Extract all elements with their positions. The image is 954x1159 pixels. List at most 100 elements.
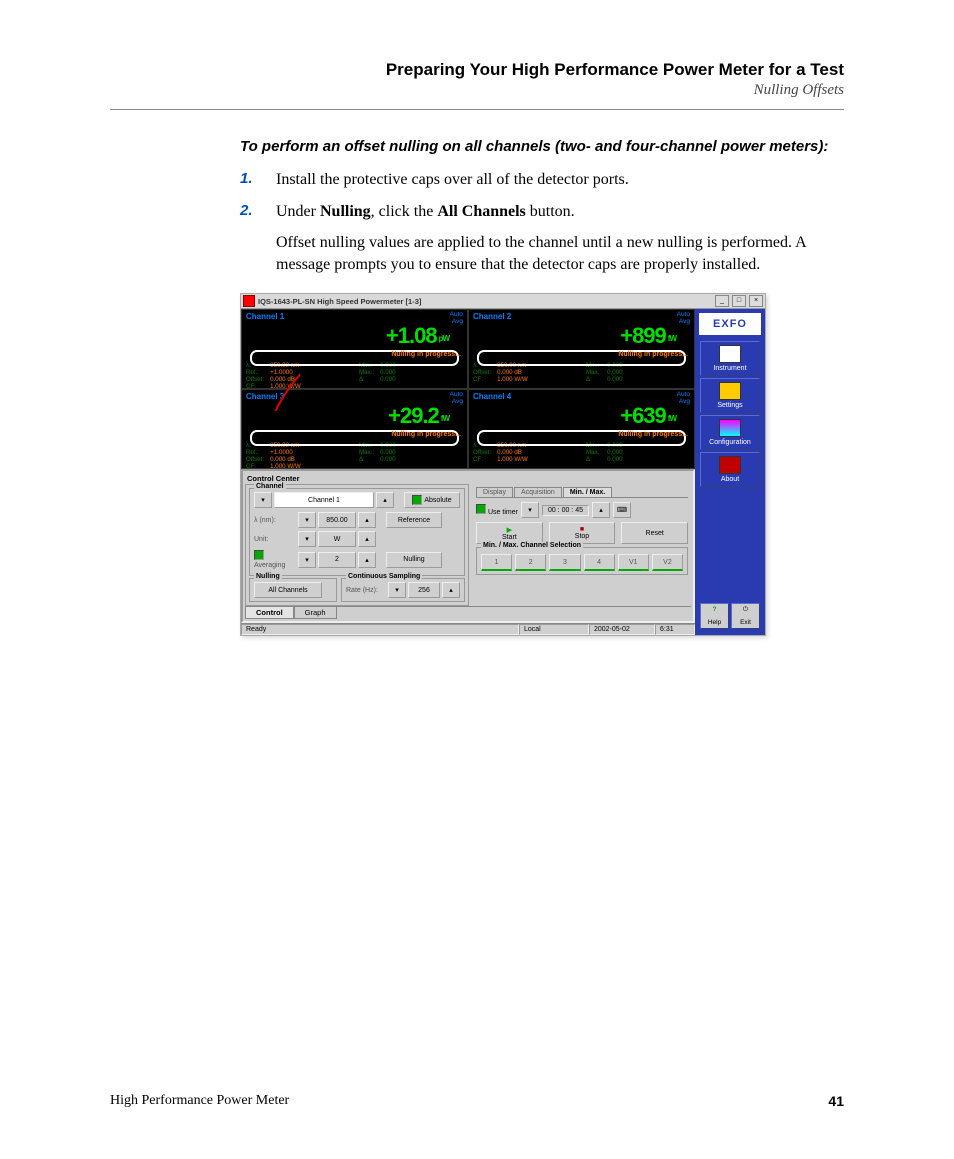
stop-icon: ■ [580, 526, 584, 533]
channel-selection-label: Min. / Max. Channel Selection [481, 542, 583, 549]
timer-up-button[interactable]: ▴ [592, 502, 610, 518]
stop-button[interactable]: ■Stop [549, 522, 616, 544]
sidebar-instrument[interactable]: Instrument [700, 341, 760, 376]
help-icon: ? [708, 606, 722, 618]
channel-reading: +899fW [469, 323, 694, 349]
unit-value[interactable]: W [318, 531, 356, 547]
step-1-text: Install the protective caps over all of … [276, 171, 629, 188]
sidebar-settings[interactable]: Settings [700, 378, 760, 413]
unit-down-button[interactable]: ▾ [298, 531, 316, 547]
rate-value[interactable]: 256 [408, 582, 440, 598]
sidebar-about[interactable]: About [700, 452, 760, 487]
channel-2-panel: Channel 2AutoAvg +899fW Nulling in progr… [468, 309, 695, 389]
unit-up-button[interactable]: ▴ [358, 531, 376, 547]
footer-page-number: 41 [828, 1093, 844, 1109]
timer-value[interactable]: 00 : 00 : 45 [542, 505, 589, 516]
continuous-sampling-group-label: Continuous Sampling [346, 573, 422, 580]
sel-ch-4[interactable]: 4 [584, 554, 615, 571]
reset-button[interactable]: Reset [621, 522, 688, 544]
averaging-label: Averaging [254, 550, 296, 569]
nulling-button[interactable]: Nulling [386, 552, 442, 568]
channel-params: λ:850.00 nmMin.:0.000 Offset:0.000 dBMax… [469, 363, 694, 383]
channel-next-button[interactable]: ▴ [376, 492, 394, 508]
about-icon [719, 456, 741, 474]
window-titlebar[interactable]: IQS-1643-PL-SN High Speed Powermeter [1-… [241, 294, 765, 309]
power-icon: ⏻ [739, 606, 753, 618]
window-title: IQS-1643-PL-SN High Speed Powermeter [1-… [258, 297, 714, 306]
settings-icon [719, 382, 741, 400]
sidebar-exit[interactable]: ⏻Exit [731, 603, 760, 629]
reference-button[interactable]: Reference [386, 512, 442, 528]
control-center-title: Control Center [245, 473, 691, 484]
minimize-button[interactable]: _ [715, 295, 729, 307]
timer-down-button[interactable]: ▾ [521, 502, 539, 518]
right-tabs: Display Acquisition Min. / Max. [476, 487, 688, 498]
unit-label: Unit: [254, 536, 296, 543]
page-header-title: Preparing Your High Performance Power Me… [110, 60, 844, 80]
play-icon: ▶ [507, 526, 512, 534]
step-1: 1. Install the protective caps over all … [240, 169, 844, 191]
sidebar: EXFO Instrument Settings Configuration A… [695, 309, 765, 635]
footer-book-title: High Performance Power Meter [110, 1093, 289, 1109]
use-timer-toggle[interactable]: Use timer [476, 504, 518, 516]
absolute-indicator-icon [412, 495, 422, 505]
nulling-progress-label: Nulling in progress... [391, 351, 461, 358]
channel-reading: +1.08pW [242, 323, 467, 349]
step-2-text: Under Nulling, click the All Channels bu… [276, 203, 575, 220]
lambda-label: λ (nm): [254, 517, 296, 524]
rate-up-button[interactable]: ▴ [442, 582, 460, 598]
sidebar-configuration[interactable]: Configuration [700, 415, 760, 450]
timer-keypad-button[interactable]: ⌨ [613, 502, 631, 518]
step-2: 2. Under Nulling, click the All Channels… [240, 201, 844, 223]
channel-select[interactable]: Channel 1 [274, 492, 374, 508]
tab-display[interactable]: Display [476, 487, 513, 497]
nulling-progress-label: Nulling in progress... [618, 351, 688, 358]
nulling-group-label: Nulling [254, 573, 282, 580]
avg-up-button[interactable]: ▴ [358, 552, 376, 568]
channel-reading: +639fW [469, 403, 694, 429]
configuration-icon [719, 419, 741, 437]
sel-ch-1[interactable]: 1 [481, 554, 512, 571]
status-date: 2002-05-02 [589, 624, 655, 635]
channel-prev-button[interactable]: ▾ [254, 492, 272, 508]
sel-ch-2[interactable]: 2 [515, 554, 546, 571]
step-number: 1. [240, 169, 253, 189]
channel-4-panel: Channel 4AutoAvg +639fW Nulling in progr… [468, 389, 695, 469]
channel-reading: +29.2fW [242, 403, 467, 429]
lambda-up-button[interactable]: ▴ [358, 512, 376, 528]
channel-3-panel: Channel 3AutoAvg +29.2fW Nulling in prog… [241, 389, 468, 469]
status-time: 6:31 [655, 624, 695, 635]
averaging-indicator-icon [254, 550, 264, 560]
avg-down-button[interactable]: ▾ [298, 552, 316, 568]
start-button[interactable]: ▶Start [476, 522, 543, 544]
channel-grid: Channel 1AutoAvg +1.08pW Nulling in prog… [241, 309, 695, 469]
maximize-button[interactable]: □ [732, 295, 746, 307]
tab-control[interactable]: Control [245, 607, 294, 619]
sel-ch-3[interactable]: 3 [549, 554, 580, 571]
status-bar: Ready Local 2002-05-02 6:31 [241, 623, 695, 635]
timer-indicator-icon [476, 504, 486, 514]
channel-1-panel: Channel 1AutoAvg +1.08pW Nulling in prog… [241, 309, 468, 389]
sel-ch-v1[interactable]: V1 [618, 554, 649, 571]
channel-params: λ:850.00 nmMin.:0.000 Offset:0.000 dBMax… [469, 443, 694, 463]
close-button[interactable]: × [749, 295, 763, 307]
lambda-value[interactable]: 850.00 [318, 512, 356, 528]
all-channels-button[interactable]: All Channels [254, 582, 322, 598]
channel-params: λ:850.00 nmMin.:0.000 Ref.:+1.0000Max.:0… [242, 443, 467, 470]
sel-ch-v2[interactable]: V2 [652, 554, 683, 571]
tab-min-max[interactable]: Min. / Max. [563, 487, 612, 497]
page-header-subtitle: Nulling Offsets [110, 82, 844, 99]
sidebar-help[interactable]: ?Help [700, 603, 729, 629]
rate-down-button[interactable]: ▾ [388, 582, 406, 598]
rate-label: Rate (Hz): [346, 587, 386, 594]
lambda-down-button[interactable]: ▾ [298, 512, 316, 528]
status-ready: Ready [241, 624, 519, 635]
absolute-button[interactable]: Absolute [404, 492, 460, 508]
step-number: 2. [240, 201, 253, 221]
status-local: Local [519, 624, 589, 635]
tab-acquisition[interactable]: Acquisition [514, 487, 562, 497]
avg-value[interactable]: 2 [318, 552, 356, 568]
tab-graph[interactable]: Graph [294, 607, 337, 619]
procedure-title: To perform an offset nulling on all chan… [240, 138, 844, 155]
control-center: Control Center Channel ▾ Channel 1 ▴ [241, 469, 695, 623]
